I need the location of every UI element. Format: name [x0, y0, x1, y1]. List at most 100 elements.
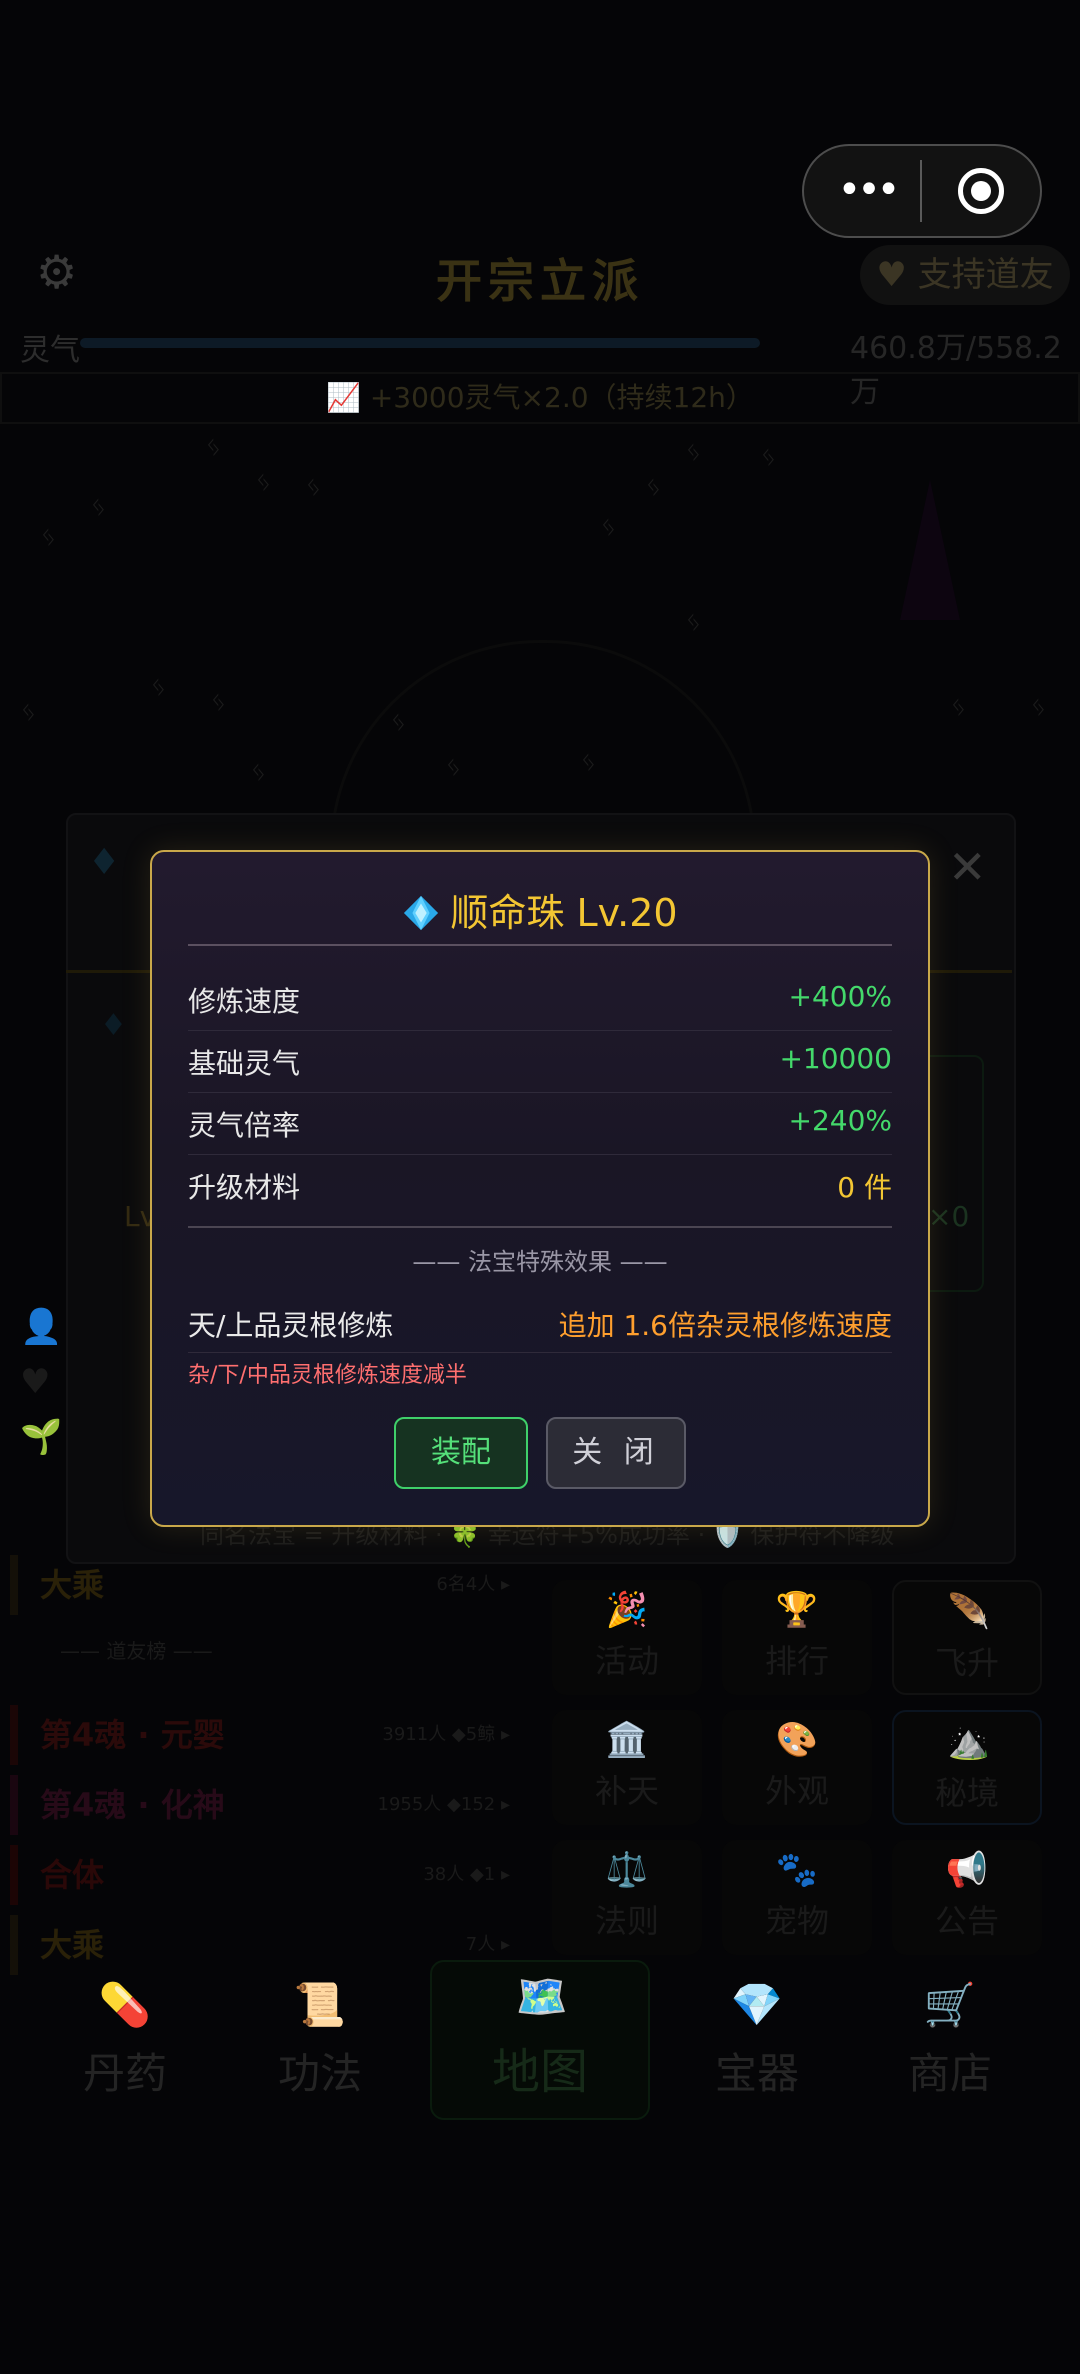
crane-icon: ᛃ: [205, 430, 222, 463]
activity-button[interactable]: 🎉 活动: [552, 1580, 702, 1695]
stat-label: 灵气倍率: [188, 1109, 301, 1142]
user-icon[interactable]: 👤: [20, 1300, 62, 1355]
scroll-icon: 📜: [293, 1980, 347, 2029]
gem-icon: ♦: [100, 1008, 127, 1043]
list-item-label: 合体: [40, 1856, 105, 1894]
crane-icon: ᛃ: [90, 490, 107, 523]
crane-icon: ᛃ: [40, 520, 57, 553]
list-subheader: —— 道友榜 ——: [60, 1639, 213, 1663]
sprout-icon[interactable]: 🌱: [20, 1410, 62, 1465]
grid-button-label: 秘境: [934, 1774, 999, 1812]
crane-icon: ᛃ: [305, 470, 322, 503]
crane-icon: ᛃ: [685, 435, 702, 468]
map-icon: 🗺️: [515, 1972, 569, 2021]
crane-icon: ᛃ: [150, 670, 167, 703]
grid-button-label: 补天: [594, 1772, 659, 1810]
list-item[interactable]: 第4魂 · 化神 1955人 ◆152 ▸: [10, 1775, 530, 1835]
megaphone-icon: 📢: [945, 1850, 989, 1890]
close-miniprogram-icon[interactable]: [958, 168, 1004, 214]
crane-icon: ᛃ: [600, 510, 617, 543]
modal-title: 顺命珠 Lv.20: [152, 882, 928, 937]
section-title: —— 法宝特殊效果 ——: [412, 1248, 668, 1276]
crane-icon: ᛃ: [210, 685, 227, 718]
effect-divider: [188, 1352, 892, 1353]
grid-button-label: 法则: [594, 1902, 659, 1940]
heart-icon[interactable]: ♥: [20, 1355, 62, 1410]
palette-icon: 🎨: [775, 1720, 819, 1760]
treasure-detail-modal: 顺命珠 Lv.20 修炼速度 +400% 基础灵气 +10000 灵气倍率 +2…: [150, 850, 930, 1527]
panel-close-icon[interactable]: ✕: [948, 840, 987, 894]
effect-note: 杂/下/中品灵根修炼速度减半: [188, 1363, 467, 1388]
equip-button[interactable]: 装配: [394, 1417, 528, 1489]
list-item[interactable]: 合体 38人 ◆1 ▸: [10, 1845, 530, 1905]
nav-techniques[interactable]: 📜 功法: [225, 1970, 415, 2110]
section-divider: [188, 1226, 892, 1228]
law-button[interactable]: ⚖️ 法则: [552, 1840, 702, 1955]
crane-icon: ᛃ: [950, 690, 967, 723]
list-item-meta: 6名4人 ▸: [436, 1574, 510, 1595]
grid-button-label: 公告: [934, 1902, 999, 1940]
list-item-meta: 3911人 ◆5鲸 ▸: [382, 1724, 510, 1745]
stat-label: 基础灵气: [188, 1047, 301, 1080]
stat-row: 修炼速度 +400%: [188, 968, 892, 1031]
ranking-button[interactable]: 🏆 排行: [722, 1580, 872, 1695]
grid-button-label: 排行: [764, 1642, 829, 1680]
heart-icon: ♥: [876, 255, 907, 295]
trophy-icon: 🏆: [775, 1590, 819, 1630]
nav-pills[interactable]: 💊 丹药: [30, 1970, 220, 2110]
crane-icon: ᛃ: [255, 465, 272, 498]
capsule-divider: [920, 160, 922, 222]
mend-sky-button[interactable]: 🏛️ 补天: [552, 1710, 702, 1825]
grid-button-label: 活动: [594, 1642, 659, 1680]
nav-map[interactable]: 🗺️ 地图: [430, 1960, 650, 2120]
nav-label: 地图: [491, 2044, 588, 2100]
crane-icon: ᛃ: [760, 440, 777, 473]
list-item-label: 第4魂 · 化神: [40, 1786, 225, 1824]
list-item-label: 大乘: [40, 1926, 105, 1964]
stat-row: 灵气倍率 +240%: [188, 1092, 892, 1155]
grid-button-label: 飞升: [934, 1644, 999, 1682]
crane-icon: ᛃ: [685, 605, 702, 638]
panel-count: ×0: [928, 1200, 970, 1233]
nav-label: 功法: [277, 2049, 362, 2098]
list-item[interactable]: 第4魂 · 元婴 3911人 ◆5鲸 ▸: [10, 1705, 530, 1765]
crane-icon: ᛃ: [20, 695, 37, 728]
list-item-meta: 38人 ◆1 ▸: [423, 1864, 510, 1885]
activity-icon: 🎉: [605, 1590, 649, 1630]
stat-label: 升级材料: [188, 1171, 301, 1204]
cart-icon: 🛒: [923, 1980, 977, 2029]
list-item-label: 第4魂 · 元婴: [40, 1716, 225, 1754]
feather-icon: 🪶: [947, 1592, 991, 1632]
pill-icon: 💊: [98, 1980, 152, 2029]
more-icon[interactable]: •••: [822, 160, 912, 220]
diamond-gem-icon: [404, 895, 439, 931]
qi-progress-bar: [80, 338, 760, 348]
effect-value: 追加 1.6倍杂灵根修炼速度: [558, 1309, 892, 1342]
nav-label: 商店: [907, 2049, 992, 2098]
pet-button[interactable]: 🐾 宠物: [722, 1840, 872, 1955]
ascend-button[interactable]: 🪶 飞升: [892, 1580, 1042, 1695]
appearance-button[interactable]: 🎨 外观: [722, 1710, 872, 1825]
qi-label: 灵气: [20, 333, 80, 368]
support-button[interactable]: ♥ 支持道友: [860, 245, 1070, 305]
stat-row: 基础灵气 +10000: [188, 1030, 892, 1093]
crane-icon: ᛃ: [1030, 690, 1047, 723]
mountain-icon: ⛰️: [947, 1722, 991, 1762]
list-item[interactable]: 大乘 6名4人 ▸: [10, 1555, 530, 1615]
temple-icon: 🏛️: [605, 1720, 649, 1760]
stat-label: 修炼速度: [188, 985, 301, 1018]
nav-treasure[interactable]: 💎 宝器: [662, 1970, 852, 2110]
title-divider: [188, 944, 892, 946]
close-button[interactable]: 关 闭: [546, 1417, 686, 1489]
crane-icon: ᛃ: [250, 755, 267, 788]
notice-button[interactable]: 📢 公告: [892, 1840, 1042, 1955]
stat-value: +10000: [779, 1042, 892, 1075]
nav-shop[interactable]: 🛒 商店: [855, 1970, 1045, 2110]
list-item-meta: 1955人 ◆152 ▸: [377, 1794, 511, 1815]
secret-realm-button[interactable]: ⛰️ 秘境: [892, 1710, 1042, 1825]
nav-label: 宝器: [714, 2049, 799, 2098]
stat-value: +240%: [788, 1104, 892, 1137]
support-label: 支持道友: [917, 255, 1054, 295]
bottom-nav: 💊 丹药 📜 功法 🗺️ 地图 💎 宝器 🛒 商店: [0, 1960, 1080, 2145]
scale-icon: ⚖️: [605, 1850, 649, 1890]
